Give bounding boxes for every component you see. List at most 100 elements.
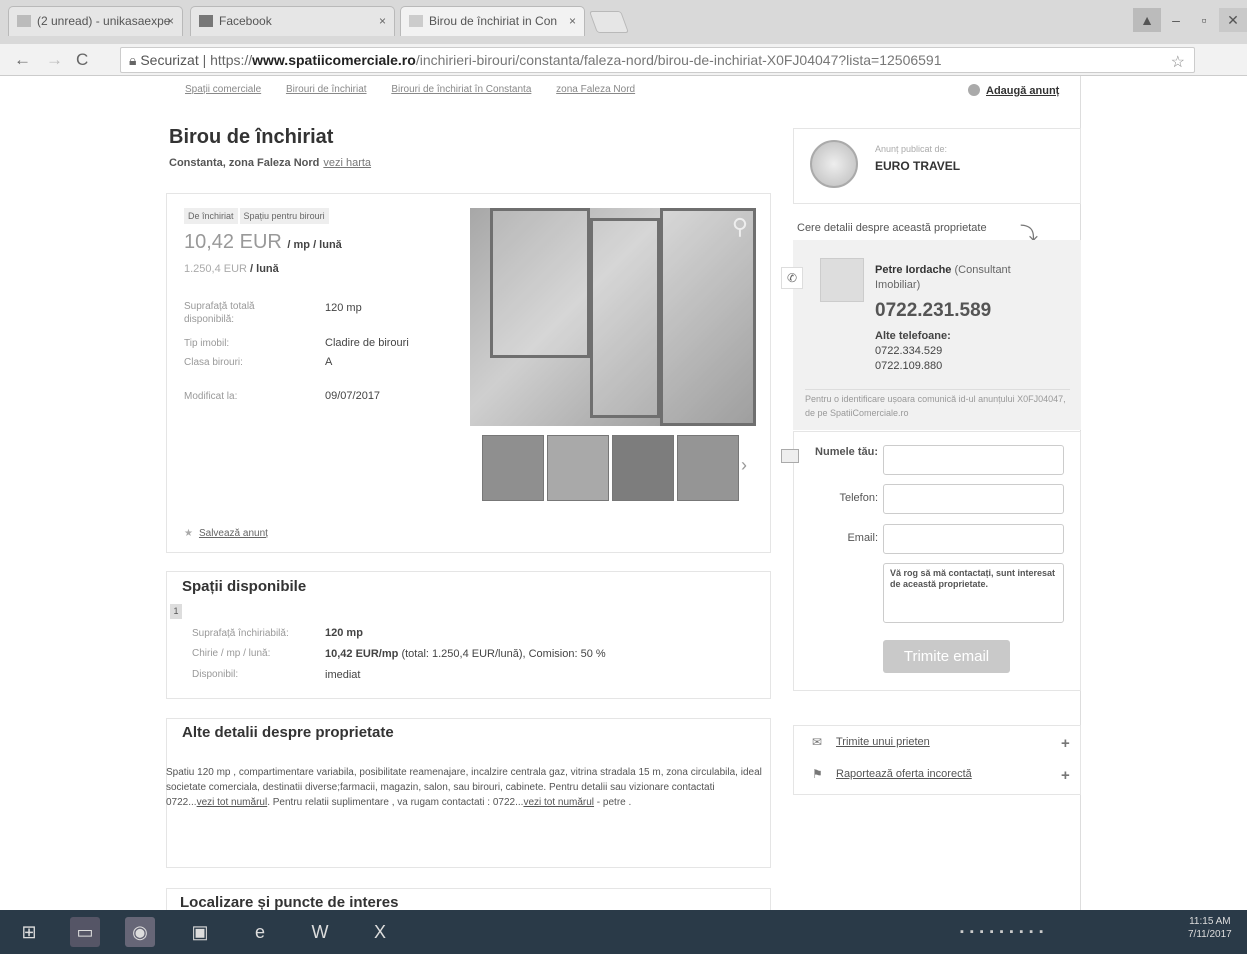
reload-icon[interactable]: C [76,50,88,70]
alt-phones: Alte telefoane: 0722.334.529 0722.109.88… [875,330,951,372]
tab-listing[interactable]: Birou de închiriat in Con × [400,6,585,36]
thumbnail[interactable] [482,435,544,501]
location-text: Constanta, zona Faleza Nord vezi harta [169,157,372,169]
phone-input[interactable] [883,484,1064,514]
spec-value: 09/07/2017 [325,390,381,402]
show-number-link[interactable]: vezi tot numărul [197,797,268,808]
add-icon [968,84,980,96]
page-title: Birou de închiriat [169,126,334,148]
url-field[interactable]: 🔒︎ Securizat | https://www.spatiicomerci… [120,47,1195,73]
breadcrumb-item[interactable]: Birouri de închiriat în Constanta [391,84,531,95]
browser-tabbar: (2 unread) - unikasaexpe × Facebook × Biro… [0,0,1247,44]
add-ad-link[interactable]: Adaugă anunț [968,84,1059,97]
save-ad-link[interactable]: ★ Salvează anunț [184,528,268,539]
message-textarea[interactable]: Vă rog să mă contactați, sunt interesat … [883,563,1064,623]
chevron-right-icon[interactable]: › [741,455,747,476]
close-icon[interactable]: × [379,14,386,28]
photo-detail [490,208,590,358]
show-number-link[interactable]: vezi tot numărul [523,797,594,808]
details-heading: Alte detalii despre proprietate [182,724,394,741]
site-icon [409,15,423,27]
spec-value: A [325,356,333,368]
photo-detail [660,208,756,426]
address-bar: ← → C 🔒︎ Securizat | https://www.spatiic… [0,44,1247,76]
system-tray-icons[interactable]: ▪▪▪▪▪▪▪▪▪ [960,926,1049,938]
tag-type: Spațiu pentru birouri [239,208,329,224]
map-link[interactable]: vezi harta [323,157,371,169]
tab-facebook[interactable]: Facebook × [190,6,395,36]
name-label: Numele tău: [815,446,878,458]
avatar [820,258,864,302]
main-photo[interactable]: ⚲ [470,208,756,426]
tab-gmail[interactable]: (2 unread) - unikasaexpe × [8,6,183,36]
windows-start-icon[interactable]: ⊞ [14,917,44,947]
tags: De închiriat Spațiu pentru birouri [184,208,331,224]
minimize-icon[interactable]: – [1162,8,1190,32]
space-index: 1 [170,604,182,619]
email-input[interactable] [883,524,1064,554]
spec-value: 120 mp [325,302,362,314]
breadcrumb: Spații comerciale Birouri de închiriat B… [185,84,657,95]
file-explorer-icon[interactable]: ▭ [70,917,100,947]
space-label: Disponibil: [192,669,239,680]
space-label: Chirie / mp / lună: [192,648,271,659]
thumbnail-strip [482,435,740,501]
phone-label: Telefon: [839,492,878,504]
plus-icon[interactable]: + [1061,735,1070,752]
id-note: Pentru o identificare ușoara comunică id… [805,389,1070,420]
close-icon[interactable]: × [569,14,576,28]
taskbar: ⊞ ▭ ◉ ▣ e W X ▪▪▪▪▪▪▪▪▪ [0,910,1247,954]
bookmark-star-icon[interactable]: ☆ [1171,52,1185,72]
word-icon[interactable]: W [305,917,335,947]
zoom-icon[interactable]: ⚲ [732,214,748,240]
contact-heading: Cere detalii despre această proprietate [797,222,987,234]
chrome-icon[interactable]: ◉ [125,917,155,947]
close-icon[interactable]: × [167,14,174,28]
mail-icon [781,449,799,463]
space-value: imediat [325,669,361,681]
publisher-label: Anunț publicat de: [875,144,948,154]
tag-offer: De închiriat [184,208,238,224]
email-label: Email: [847,532,878,544]
agent-name: Petre Iordache (Consultant Imobiliar) [875,264,1011,291]
spaces-heading: Spații disponibile [182,578,307,595]
store-icon[interactable]: ▣ [185,917,215,947]
excel-icon[interactable]: X [365,917,395,947]
space-value: 120 mp [325,627,363,639]
space-value: 10,42 EUR/mp (total: 1.250,4 EUR/lună), … [325,648,606,660]
edge-icon[interactable]: e [245,917,275,947]
thumbnail[interactable] [612,435,674,501]
thumbnail[interactable] [547,435,609,501]
space-label: Suprafață închiriabilă: [192,628,289,639]
agent-phone[interactable]: 0722.231.589 [875,300,991,322]
forward-icon[interactable]: → [46,50,63,70]
envelope-icon: ✉ [812,735,823,749]
user-icon[interactable]: ▲ [1133,8,1161,32]
price: 10,42 EUR / mp / lună [184,231,342,253]
star-icon: ★ [184,528,193,539]
spec-label: Suprafață totală disponibilă: [184,301,255,325]
maximize-icon[interactable]: ▫ [1190,8,1218,32]
plus-icon[interactable]: + [1061,767,1070,784]
new-tab-button[interactable] [588,11,630,33]
thumbnail[interactable] [677,435,739,501]
flag-icon: ⚑ [812,767,823,781]
clock[interactable]: 11:15 AM 7/11/2017 [1188,915,1232,941]
send-email-button[interactable]: Trimite email [883,640,1010,673]
spec-value: Cladire de birouri [325,337,409,349]
send-to-friend-link[interactable]: Trimite unui prieten [836,736,930,748]
breadcrumb-item[interactable]: Spații comerciale [185,84,261,95]
location-heading: Localizare și puncte de interes [180,894,399,911]
spec-label: Tip imobil: [184,338,230,349]
report-link[interactable]: Raportează oferta incorectă [836,768,972,780]
phone-icon: ✆ [781,267,803,289]
name-input[interactable] [883,445,1064,475]
breadcrumb-item[interactable]: Birouri de închiriat [286,84,367,95]
close-window-icon[interactable]: ✕ [1219,8,1247,32]
breadcrumb-item[interactable]: zona Faleza Nord [556,84,635,95]
spec-label: Modificat la: [184,391,238,402]
mail-icon [17,15,31,27]
agency-name: EURO TRAVEL [875,159,961,173]
lock-icon: 🔒︎ [129,52,141,68]
back-icon[interactable]: ← [14,50,31,70]
